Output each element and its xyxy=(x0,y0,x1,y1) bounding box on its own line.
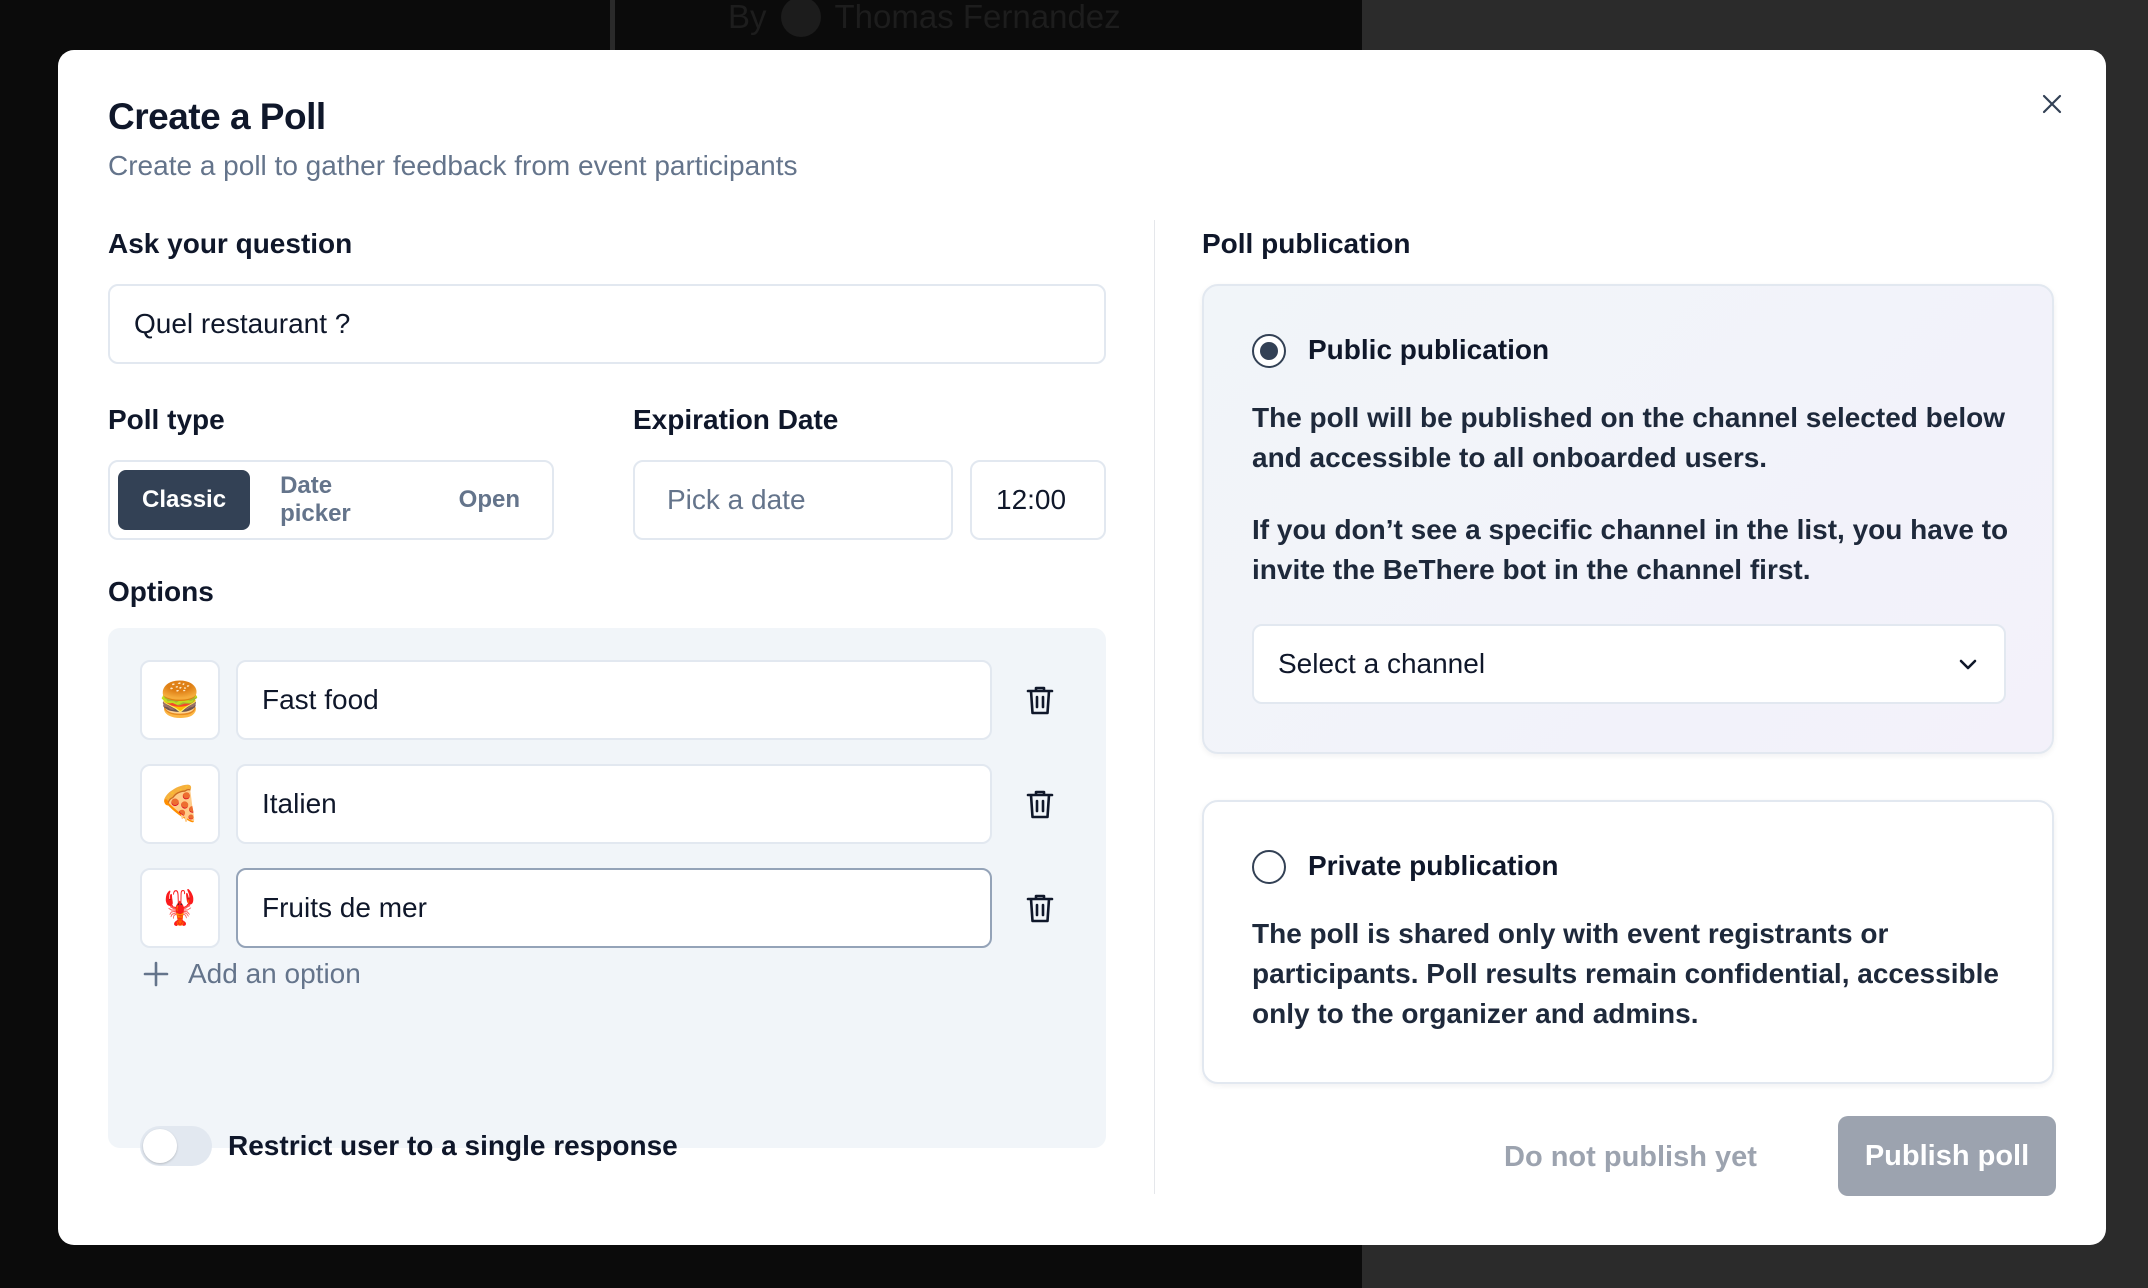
option-input[interactable] xyxy=(236,764,992,844)
add-option-label: Add an option xyxy=(188,958,361,989)
private-publication-title: Private publication xyxy=(1308,850,1559,881)
poll-type-date-picker[interactable]: Date picker xyxy=(256,470,429,530)
question-input[interactable] xyxy=(108,284,1106,364)
expiration-label: Expiration Date xyxy=(633,404,839,435)
trash-icon xyxy=(1026,686,1054,715)
close-icon xyxy=(2042,94,2062,114)
channel-select[interactable]: Select a channel xyxy=(1252,624,2006,704)
author-name: Thomas Fernandez xyxy=(834,0,1121,35)
do-not-publish-button[interactable]: Do not publish yet xyxy=(1504,1132,1757,1182)
expiration-date-input[interactable] xyxy=(633,460,953,540)
channel-select-value: Select a channel xyxy=(1278,648,1486,679)
delete-option-button[interactable] xyxy=(1020,888,1060,928)
private-publication-radio[interactable] xyxy=(1252,850,1286,884)
trash-icon xyxy=(1026,894,1054,923)
background-divider xyxy=(610,0,615,50)
author-avatar xyxy=(780,0,821,37)
publish-poll-button[interactable]: Publish poll xyxy=(1838,1116,2056,1196)
toggle-knob xyxy=(143,1129,177,1163)
option-emoji-picker[interactable]: 🦞 xyxy=(140,868,220,948)
poll-type-classic[interactable]: Classic xyxy=(118,470,251,530)
close-button[interactable] xyxy=(2032,84,2072,124)
author-prefix: By xyxy=(728,0,767,35)
poll-type-segmented-control: Classic Date picker Open xyxy=(108,460,554,540)
public-publication-radio[interactable] xyxy=(1252,334,1286,368)
option-emoji-picker[interactable]: 🍔 xyxy=(140,660,220,740)
private-publication-description: The poll is shared only with event regis… xyxy=(1252,918,1999,1029)
poll-type-label: Poll type xyxy=(108,404,225,435)
option-input[interactable] xyxy=(236,868,992,948)
column-divider xyxy=(1154,220,1155,1194)
restrict-single-response-toggle[interactable] xyxy=(140,1126,212,1166)
public-publication-hint: If you don’t see a specific channel in t… xyxy=(1252,514,2009,585)
public-publication-description: The poll will be published on the channe… xyxy=(1252,402,2005,473)
private-publication-card[interactable]: Private publication The poll is shared o… xyxy=(1202,800,2054,1084)
dialog-subtitle: Create a poll to gather feedback from ev… xyxy=(108,150,798,181)
restrict-single-response-label: Restrict user to a single response xyxy=(228,1130,678,1161)
trash-icon xyxy=(1026,790,1054,819)
poll-type-open[interactable]: Open xyxy=(435,470,544,530)
create-poll-dialog: Create a Poll Create a poll to gather fe… xyxy=(58,50,2106,1245)
chevron-down-icon xyxy=(1959,659,1977,670)
plus-icon xyxy=(143,961,169,987)
publication-label: Poll publication xyxy=(1202,228,1411,259)
delete-option-button[interactable] xyxy=(1020,680,1060,720)
question-label: Ask your question xyxy=(108,228,353,259)
public-publication-card[interactable]: Public publication The poll will be publ… xyxy=(1202,284,2054,754)
dialog-title: Create a Poll xyxy=(108,96,326,137)
option-input[interactable] xyxy=(236,660,992,740)
public-publication-title: Public publication xyxy=(1308,334,1550,365)
add-option-button[interactable]: Add an option xyxy=(142,958,361,990)
options-label: Options xyxy=(108,576,214,607)
expiration-time-input[interactable] xyxy=(970,460,1106,540)
delete-option-button[interactable] xyxy=(1020,784,1060,824)
background-author: By Thomas Fernandez xyxy=(728,0,1121,37)
option-emoji-picker[interactable]: 🍕 xyxy=(140,764,220,844)
